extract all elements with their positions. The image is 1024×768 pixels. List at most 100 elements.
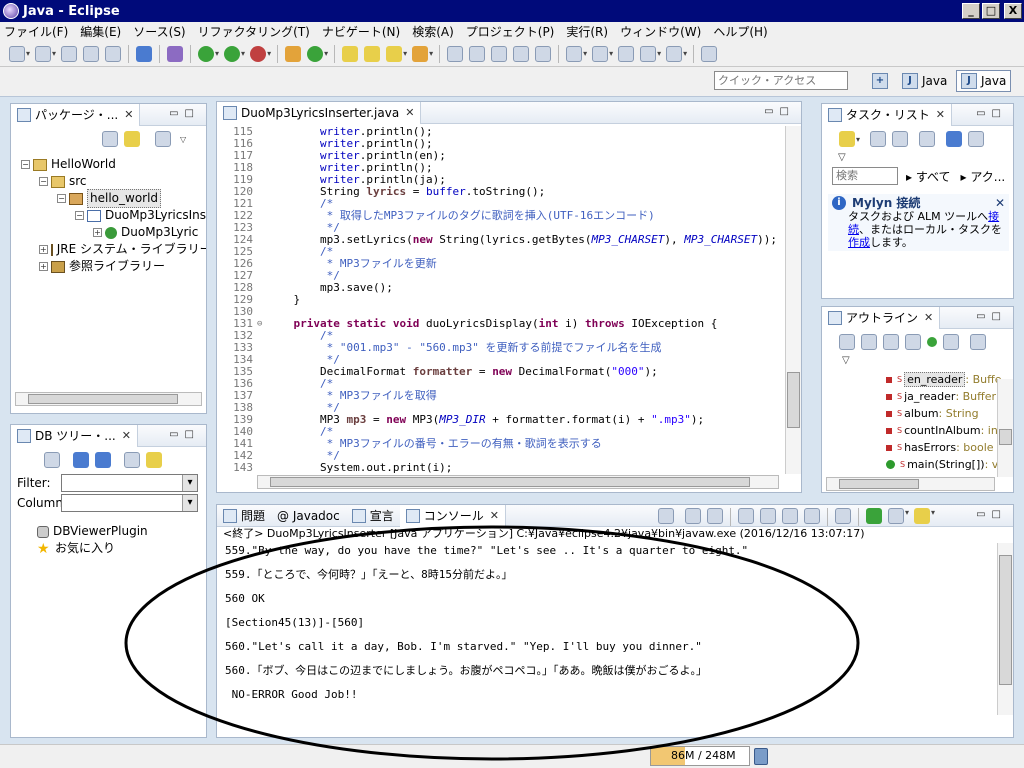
close-tab-icon[interactable]: ✕ [405, 106, 414, 119]
back-icon[interactable] [640, 45, 657, 62]
export-icon[interactable] [95, 452, 111, 468]
tab-declaration[interactable]: 宣言 [346, 505, 400, 527]
hide-fields-icon[interactable] [883, 334, 899, 350]
tree-item-package[interactable]: − hello_world [21, 189, 206, 208]
open-perspective-button[interactable]: + [872, 70, 892, 92]
pin-editor-icon[interactable] [701, 45, 718, 62]
minimize-button[interactable]: _ [962, 3, 980, 19]
fold-marker[interactable] [257, 330, 267, 342]
save-all-icon[interactable] [83, 45, 100, 62]
focus-icon[interactable] [946, 131, 963, 147]
console-output[interactable]: 559."By the way, do you have the time?" … [225, 545, 995, 717]
open-type-icon[interactable] [342, 45, 359, 62]
remove-all-icon[interactable] [707, 508, 723, 524]
menu-source[interactable]: ソース(S) [133, 23, 185, 40]
editor-horizontal-scrollbar[interactable] [257, 475, 779, 489]
pen-icon[interactable] [412, 45, 429, 62]
hide-completed-icon[interactable] [919, 131, 936, 147]
tree-item-java-file[interactable]: − DuoMp3LyricsIns [21, 207, 206, 224]
clear-console-icon[interactable] [738, 508, 754, 524]
view-menu-icon[interactable]: ▽ [822, 355, 1013, 371]
minimize-maximize-icons[interactable]: ▭□ [976, 311, 1007, 322]
new-java-package-icon[interactable] [285, 45, 302, 62]
menu-search[interactable]: 検索(A) [412, 23, 454, 40]
fold-marker[interactable] [257, 138, 267, 150]
outline-vertical-scrollbar[interactable] [997, 379, 1013, 477]
tab-editor-file[interactable]: DuoMp3LyricsInserter.java ✕ [217, 101, 422, 124]
run-icon[interactable] [224, 45, 241, 62]
link-with-editor-icon[interactable] [124, 131, 140, 147]
fold-marker[interactable] [257, 390, 267, 402]
fold-marker[interactable] [257, 246, 267, 258]
code-line[interactable]: 128 mp3.save(); [217, 282, 785, 294]
prev-annotation-icon[interactable] [592, 45, 609, 62]
outline-item[interactable]: ScountInAlbum : in [822, 422, 1013, 439]
fold-marker[interactable] [257, 258, 267, 270]
new-project-icon[interactable] [35, 45, 52, 62]
console-vertical-scrollbar[interactable] [997, 543, 1013, 715]
outline-horizontal-scrollbar[interactable] [826, 477, 995, 491]
minimize-maximize-icons[interactable]: ▭□ [976, 108, 1007, 119]
quick-access-input[interactable] [714, 71, 848, 90]
create-link[interactable]: 作成 [848, 236, 870, 249]
print-icon[interactable] [105, 45, 122, 62]
scroll-lock-icon[interactable] [760, 508, 776, 524]
filter-combo[interactable] [61, 474, 198, 492]
heap-status[interactable]: 86M / 248M [650, 746, 750, 766]
tree-item-dbviewer[interactable]: DBViewerPlugin [37, 523, 206, 540]
collapse-all-icon[interactable] [102, 131, 118, 147]
sort-icon[interactable] [861, 334, 877, 350]
show-on-output-icon[interactable] [804, 508, 820, 524]
menu-refactor[interactable]: リファクタリング(T) [198, 23, 310, 40]
annotation-icon[interactable] [469, 45, 486, 62]
new-task-icon[interactable] [839, 131, 855, 147]
fold-marker[interactable] [257, 294, 267, 306]
tab-db-tree[interactable]: DB ツリー・... ✕ [11, 424, 138, 447]
hide-static-icon[interactable] [905, 334, 921, 350]
all-filter[interactable]: ▸ すべて [906, 168, 951, 185]
close-tab-icon[interactable]: ✕ [122, 429, 131, 442]
close-tab-icon[interactable]: ✕ [124, 108, 133, 121]
minimize-maximize-icons[interactable]: ▭□ [976, 509, 1007, 520]
word-wrap-icon[interactable] [782, 508, 798, 524]
editor-vertical-scrollbar[interactable] [785, 126, 801, 474]
new-icon[interactable] [9, 45, 25, 62]
close-tab-icon[interactable]: ✕ [490, 509, 499, 522]
collapse-all-icon[interactable] [839, 334, 855, 350]
skip-breakpoints-icon[interactable] [167, 45, 184, 62]
horizontal-scrollbar[interactable] [15, 392, 202, 406]
hide-local-types-icon[interactable] [943, 334, 959, 350]
outline-item[interactable]: Sen_reader : Buffe [822, 371, 1013, 388]
sync-icon[interactable] [968, 131, 985, 147]
minimize-maximize-icons[interactable]: ▭□ [169, 108, 200, 119]
focus-icon[interactable] [970, 334, 986, 350]
open-console-icon[interactable] [866, 508, 882, 524]
import-icon[interactable] [73, 452, 89, 468]
pin-console-icon[interactable] [835, 508, 851, 524]
menu-file[interactable]: ファイル(F) [4, 23, 68, 40]
code-line[interactable]: 143 System.out.print(i); [217, 462, 785, 474]
tab-console[interactable]: コンソール ✕ [399, 504, 506, 527]
perspective-java-2[interactable]: J Java [956, 70, 1012, 92]
tree-item-favorites[interactable]: ★ お気に入り [37, 540, 206, 557]
tab-package-explorer[interactable]: パッケージ・... ✕ [11, 103, 141, 126]
tree-item-references[interactable]: + 参照ライブラリー [21, 258, 206, 275]
tree-item-project[interactable]: − HelloWorld [21, 156, 206, 173]
fold-marker[interactable] [257, 210, 267, 222]
block-select-icon[interactable] [491, 45, 508, 62]
task-search-input[interactable] [832, 167, 898, 185]
column-combo[interactable] [61, 494, 198, 512]
fold-marker[interactable] [257, 234, 267, 246]
tab-task-list[interactable]: タスク・リスト ✕ [822, 103, 952, 126]
fold-marker[interactable] [257, 198, 267, 210]
outline-item[interactable]: Salbum : String [822, 405, 1013, 422]
save-icon[interactable] [61, 45, 78, 62]
tab-outline[interactable]: アウトライン ✕ [822, 306, 941, 329]
tree-item-jre[interactable]: + JRE システム・ライブラリー [21, 241, 206, 258]
maximize-button[interactable]: □ [982, 3, 1000, 19]
format-icon[interactable] [535, 45, 552, 62]
server-icon[interactable] [136, 45, 153, 62]
toggle-mark-icon[interactable] [447, 45, 464, 62]
menu-run[interactable]: 実行(R) [566, 23, 608, 40]
categorized-icon[interactable] [870, 131, 887, 147]
